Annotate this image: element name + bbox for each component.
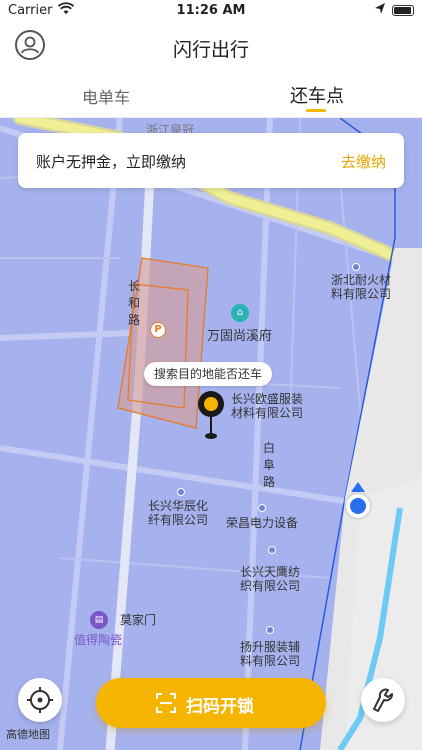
shop-icon: ▤ [90, 611, 108, 629]
clock: 11:26 AM [176, 3, 246, 18]
poi-label-zhide: 值得陶瓷 [74, 633, 123, 647]
battery-icon [392, 5, 414, 16]
tab-return-point[interactable]: 还车点 [290, 82, 344, 108]
poi-dot [266, 626, 274, 634]
map-pin-icon [198, 391, 224, 417]
poi-dot [177, 488, 185, 496]
deposit-message: 账户无押金，立即缴纳 [36, 153, 187, 171]
header: 闪行出行 [0, 22, 422, 72]
poi-label-yangsheng-2: 料有限公司 [240, 654, 301, 668]
poi-dot [268, 546, 276, 554]
map-pin-base [205, 433, 217, 439]
poi-label-huachen-2: 纤有限公司 [148, 513, 209, 527]
building-icon: ⌂ [231, 304, 249, 322]
heading-arrow-icon [351, 482, 365, 492]
tab-bar: 电单车 还车点 [0, 72, 422, 118]
wrench-icon [373, 688, 393, 712]
poi-label-wangu: 万固尚溪府 [207, 329, 273, 344]
poi-label-mojiamen: 莫家门 [120, 613, 157, 627]
page-title: 闪行出行 [172, 39, 249, 61]
scan-unlock-button[interactable]: 扫码开锁 [96, 678, 326, 728]
poi-label-zhebei-2: 料有限公司 [331, 287, 392, 301]
road-label-changhe: 长和路 [128, 279, 141, 327]
locate-button[interactable] [18, 678, 62, 722]
my-location-marker [346, 494, 370, 518]
tab-e-bike[interactable]: 电单车 [82, 84, 130, 108]
poi-label-tianying-2: 织有限公司 [240, 579, 301, 593]
poi-dot [258, 504, 266, 512]
crosshair-icon [27, 687, 53, 713]
active-tab-indicator [306, 109, 326, 112]
poi-dot [352, 263, 360, 271]
scan-icon [156, 693, 176, 713]
repair-button[interactable] [361, 678, 405, 722]
poi-label-rongchang: 荣昌电力设备 [226, 516, 299, 530]
amap-logo: 高德地图 [6, 728, 50, 741]
deposit-banner: 账户无押金，立即缴纳 去缴纳 [18, 133, 404, 188]
scan-unlock-label: 扫码开锁 [186, 697, 254, 717]
poi-label-ousheng-2: 材料有限公司 [231, 406, 304, 420]
pay-deposit-link[interactable]: 去缴纳 [341, 151, 386, 172]
parking-icon: P [150, 322, 166, 338]
status-bar: Carrier 11:26 AM [0, 0, 422, 22]
destination-tooltip[interactable]: 搜索目的地能否还车 [144, 362, 273, 386]
location-arrow-icon [375, 3, 385, 14]
road-label-baifu: 白阜路 [263, 441, 276, 489]
